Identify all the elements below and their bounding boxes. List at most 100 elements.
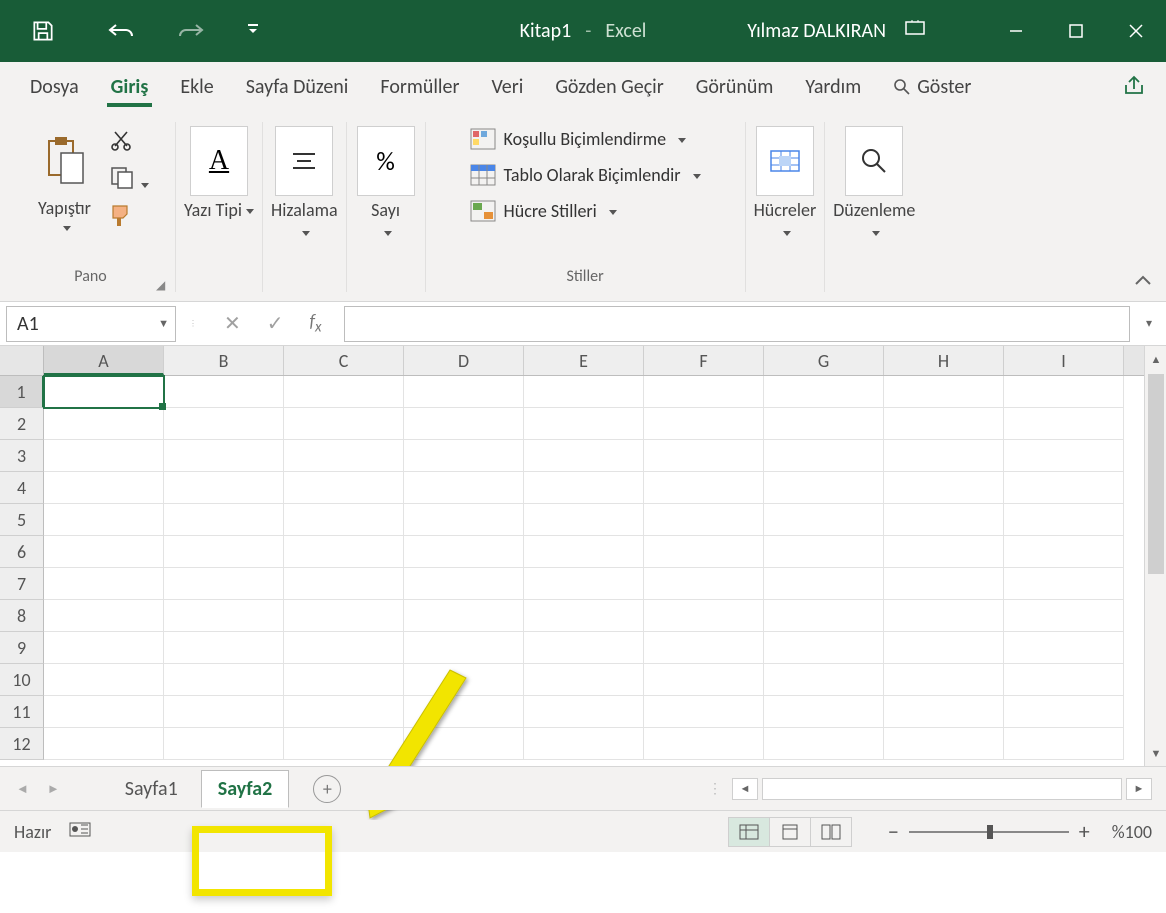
cell[interactable] xyxy=(404,440,524,472)
tab-insert[interactable]: Ekle xyxy=(164,65,229,109)
view-normal-button[interactable] xyxy=(728,817,770,847)
formula-input[interactable] xyxy=(344,306,1130,342)
format-as-table-button[interactable]: Tablo Olarak Biçimlendir xyxy=(464,160,707,190)
formula-bar-resize-handle[interactable]: ⋮ xyxy=(184,319,202,329)
cell[interactable] xyxy=(524,696,644,728)
hscroll-right-icon[interactable]: ► xyxy=(1126,778,1152,800)
clipboard-dialog-launcher-icon[interactable]: ◢ xyxy=(156,278,165,293)
cell[interactable] xyxy=(404,568,524,600)
cell[interactable] xyxy=(1004,696,1124,728)
sheet-nav-prev-icon[interactable]: ◄ xyxy=(10,781,35,797)
horizontal-scrollbar[interactable] xyxy=(762,778,1122,800)
col-header-F[interactable]: F xyxy=(644,346,764,375)
cell[interactable] xyxy=(764,408,884,440)
cell[interactable] xyxy=(644,504,764,536)
cell[interactable] xyxy=(164,728,284,760)
cell[interactable] xyxy=(644,632,764,664)
sheet-nav-next-icon[interactable]: ► xyxy=(41,781,66,797)
cell[interactable] xyxy=(884,664,1004,696)
cell[interactable] xyxy=(164,632,284,664)
cell[interactable] xyxy=(764,632,884,664)
cell[interactable] xyxy=(524,472,644,504)
tell-me[interactable]: Göster xyxy=(877,65,987,109)
undo-icon[interactable] xyxy=(106,21,136,41)
paste-dropdown-icon[interactable] xyxy=(59,222,71,235)
cell[interactable] xyxy=(164,568,284,600)
cell[interactable] xyxy=(44,408,164,440)
cell[interactable] xyxy=(164,536,284,568)
cell[interactable] xyxy=(884,504,1004,536)
row-header-11[interactable]: 11 xyxy=(0,696,44,728)
zoom-out-button[interactable]: − xyxy=(888,818,899,845)
minimize-button[interactable] xyxy=(986,0,1046,62)
name-box-dropdown-icon[interactable]: ▼ xyxy=(158,317,169,330)
cell[interactable] xyxy=(1004,440,1124,472)
user-name[interactable]: Yılmaz DALKIRAN xyxy=(747,19,886,43)
cell[interactable] xyxy=(884,440,1004,472)
cell[interactable] xyxy=(524,504,644,536)
zoom-in-button[interactable]: + xyxy=(1079,818,1090,845)
row-header-3[interactable]: 3 xyxy=(0,440,44,472)
cell[interactable] xyxy=(284,728,404,760)
enter-formula-icon[interactable]: ✓ xyxy=(267,311,284,336)
view-page-break-button[interactable] xyxy=(810,817,852,847)
cell[interactable] xyxy=(284,664,404,696)
cancel-formula-icon[interactable]: ✕ xyxy=(224,311,241,336)
cell[interactable] xyxy=(284,568,404,600)
cell[interactable] xyxy=(884,568,1004,600)
cell-styles-button[interactable]: Hücre Stilleri xyxy=(464,196,707,226)
row-header-4[interactable]: 4 xyxy=(0,472,44,504)
cell[interactable] xyxy=(884,408,1004,440)
cell[interactable] xyxy=(284,376,404,408)
cell[interactable] xyxy=(404,408,524,440)
cell[interactable] xyxy=(764,696,884,728)
cell[interactable] xyxy=(644,728,764,760)
cell[interactable] xyxy=(524,728,644,760)
number-button[interactable]: % xyxy=(357,126,415,196)
cell[interactable] xyxy=(404,696,524,728)
cell[interactable] xyxy=(764,504,884,536)
cell[interactable] xyxy=(1004,600,1124,632)
cell[interactable] xyxy=(884,728,1004,760)
cell[interactable] xyxy=(524,568,644,600)
cell[interactable] xyxy=(164,504,284,536)
cell[interactable] xyxy=(644,696,764,728)
vertical-scrollbar[interactable]: ▲ ▼ xyxy=(1144,346,1166,766)
cell[interactable] xyxy=(284,696,404,728)
cell[interactable] xyxy=(764,376,884,408)
tab-view[interactable]: Görünüm xyxy=(680,65,790,109)
collapse-ribbon-icon[interactable] xyxy=(1134,274,1152,293)
tab-home[interactable]: Giriş xyxy=(95,65,165,109)
cell[interactable] xyxy=(1004,728,1124,760)
cell[interactable] xyxy=(44,376,164,408)
col-header-D[interactable]: D xyxy=(404,346,524,375)
cell[interactable] xyxy=(404,472,524,504)
col-header-C[interactable]: C xyxy=(284,346,404,375)
cell[interactable] xyxy=(524,600,644,632)
cell[interactable] xyxy=(884,472,1004,504)
cell[interactable] xyxy=(404,504,524,536)
cell[interactable] xyxy=(644,472,764,504)
sheet-tab-sayfa2[interactable]: Sayfa2 xyxy=(201,770,290,808)
maximize-button[interactable] xyxy=(1046,0,1106,62)
font-button[interactable]: A xyxy=(190,126,248,196)
copy-icon[interactable] xyxy=(109,165,149,194)
save-icon[interactable] xyxy=(30,18,56,44)
row-header-1[interactable]: 1 xyxy=(0,376,44,408)
cell[interactable] xyxy=(284,600,404,632)
cell[interactable] xyxy=(644,376,764,408)
tab-formulas[interactable]: Formüller xyxy=(364,65,475,109)
cell[interactable] xyxy=(44,536,164,568)
row-header-10[interactable]: 10 xyxy=(0,664,44,696)
tab-layout[interactable]: Sayfa Düzeni xyxy=(230,65,365,109)
cell[interactable] xyxy=(764,728,884,760)
cell[interactable] xyxy=(44,696,164,728)
tab-review[interactable]: Gözden Geçir xyxy=(539,65,679,109)
zoom-slider-thumb[interactable] xyxy=(987,825,993,839)
expand-formula-bar-icon[interactable]: ▾ xyxy=(1138,316,1160,331)
qat-customize-icon[interactable] xyxy=(246,22,260,41)
tab-help[interactable]: Yardım xyxy=(789,65,877,109)
col-header-E[interactable]: E xyxy=(524,346,644,375)
scroll-up-icon[interactable]: ▲ xyxy=(1145,348,1166,370)
cell[interactable] xyxy=(44,568,164,600)
